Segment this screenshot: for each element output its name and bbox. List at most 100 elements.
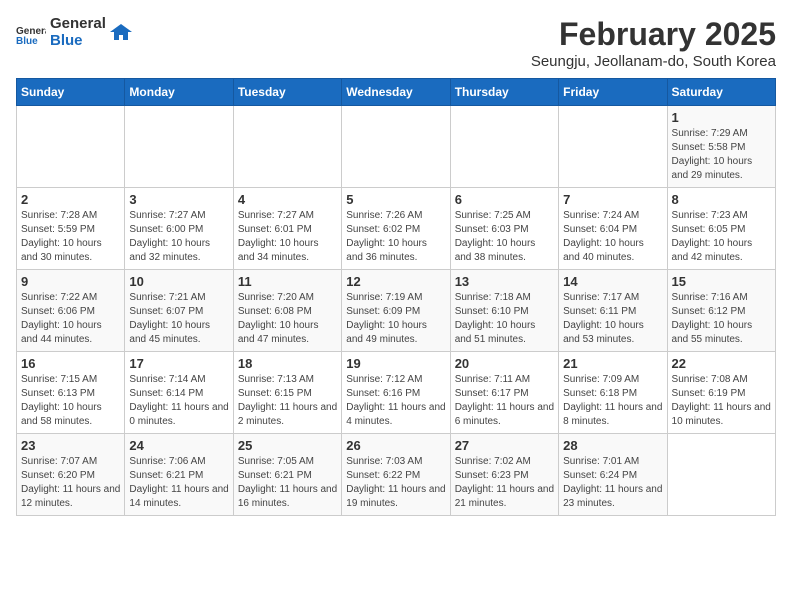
day-number: 12	[346, 274, 445, 289]
calendar-cell: 11 Sunrise: 7:20 AM Sunset: 6:08 PM Dayli…	[233, 270, 341, 352]
day-info: Sunrise: 7:08 AM Sunset: 6:19 PM Dayligh…	[672, 373, 771, 429]
day-info: Sunrise: 7:25 AM Sunset: 6:03 PM Dayligh…	[455, 209, 554, 265]
day-number: 24	[129, 438, 228, 453]
calendar-cell	[342, 106, 450, 188]
day-number: 1	[672, 110, 771, 125]
day-info: Sunrise: 7:27 AM Sunset: 6:01 PM Dayligh…	[238, 209, 337, 265]
day-info: Sunrise: 7:17 AM Sunset: 6:11 PM Dayligh…	[563, 291, 662, 347]
day-info: Sunrise: 7:22 AM Sunset: 6:06 PM Dayligh…	[21, 291, 120, 347]
calendar-cell: 13Sunrise: 7:18 AM Sunset: 6:10 PM Dayli…	[450, 270, 558, 352]
day-number: 11	[238, 274, 337, 289]
day-number: 22	[672, 356, 771, 371]
calendar-cell	[233, 106, 341, 188]
day-info: Sunrise: 7:29 AM Sunset: 5:58 PM Dayligh…	[672, 127, 771, 183]
day-info: Sunrise: 7:21 AM Sunset: 6:07 PM Dayligh…	[129, 291, 228, 347]
day-number: 15	[672, 274, 771, 289]
day-number: 27	[455, 438, 554, 453]
day-info: Sunrise: 7:16 AM Sunset: 6:12 PM Dayligh…	[672, 291, 771, 347]
calendar-week-5: 23 Sunrise: 7:07 AM Sunset: 6:20 PM Dayli…	[17, 434, 776, 516]
day-number: 10	[129, 274, 228, 289]
day-number: 8	[672, 192, 771, 207]
day-number: 23	[21, 438, 120, 453]
day-info: Sunrise: 7:24 AM Sunset: 6:04 PM Dayligh…	[563, 209, 662, 265]
calendar-cell: 18 Sunrise: 7:13 AM Sunset: 6:15 PM Dayli…	[233, 352, 341, 434]
day-info: Sunrise: 7:27 AM Sunset: 6:00 PM Dayligh…	[129, 209, 228, 265]
day-number: 18	[238, 356, 337, 371]
calendar-cell: 21 Sunrise: 7:09 AM Sunset: 6:18 PM Dayli…	[559, 352, 667, 434]
day-number: 16	[21, 356, 120, 371]
calendar-week-1: 1 Sunrise: 7:29 AM Sunset: 5:58 PM Daylig…	[17, 106, 776, 188]
calendar-cell: 12 Sunrise: 7:19 AM Sunset: 6:09 PM Dayli…	[342, 270, 450, 352]
calendar-cell: 24 Sunrise: 7:06 AM Sunset: 6:21 PM Dayli…	[125, 434, 233, 516]
calendar-cell	[667, 434, 775, 516]
logo: General Blue General Blue	[16, 16, 132, 49]
weekday-header-thursday: Thursday	[450, 79, 558, 106]
calendar-cell: 10 Sunrise: 7:21 AM Sunset: 6:07 PM Dayli…	[125, 270, 233, 352]
subtitle: Seungju, Jeollanam-do, South Korea	[531, 53, 776, 70]
day-info: Sunrise: 7:19 AM Sunset: 6:09 PM Dayligh…	[346, 291, 445, 347]
weekday-header-monday: Monday	[125, 79, 233, 106]
day-info: Sunrise: 7:14 AM Sunset: 6:14 PM Dayligh…	[129, 373, 228, 429]
weekday-header-saturday: Saturday	[667, 79, 775, 106]
day-info: Sunrise: 7:12 AM Sunset: 6:16 PM Dayligh…	[346, 373, 445, 429]
day-number: 7	[563, 192, 662, 207]
day-number: 21	[563, 356, 662, 371]
day-info: Sunrise: 7:20 AM Sunset: 6:08 PM Dayligh…	[238, 291, 337, 347]
day-info: Sunrise: 7:07 AM Sunset: 6:20 PM Dayligh…	[21, 455, 120, 511]
weekday-header-tuesday: Tuesday	[233, 79, 341, 106]
calendar-cell: 20 Sunrise: 7:11 AM Sunset: 6:17 PM Dayli…	[450, 352, 558, 434]
title-area: February 2025 Seungju, Jeollanam-do, Sou…	[531, 16, 776, 70]
weekday-header-friday: Friday	[559, 79, 667, 106]
calendar-cell: 25 Sunrise: 7:05 AM Sunset: 6:21 PM Dayli…	[233, 434, 341, 516]
calendar-cell: 26 Sunrise: 7:03 AM Sunset: 6:22 PM Dayli…	[342, 434, 450, 516]
logo-general-text: General	[50, 16, 106, 33]
header: General Blue General Blue February 2025 …	[16, 16, 776, 70]
day-number: 28	[563, 438, 662, 453]
calendar-table: SundayMondayTuesdayWednesdayThursdayFrid…	[16, 78, 776, 516]
calendar-cell: 23 Sunrise: 7:07 AM Sunset: 6:20 PM Dayli…	[17, 434, 125, 516]
calendar-cell: 19 Sunrise: 7:12 AM Sunset: 6:16 PM Dayli…	[342, 352, 450, 434]
logo-icon: General Blue	[16, 22, 46, 44]
day-info: Sunrise: 7:23 AM Sunset: 6:05 PM Dayligh…	[672, 209, 771, 265]
calendar-cell	[450, 106, 558, 188]
calendar-cell	[559, 106, 667, 188]
calendar-cell: 16 Sunrise: 7:15 AM Sunset: 6:13 PM Dayli…	[17, 352, 125, 434]
day-info: Sunrise: 7:05 AM Sunset: 6:21 PM Dayligh…	[238, 455, 337, 511]
main-title: February 2025	[531, 16, 776, 53]
day-number: 5	[346, 192, 445, 207]
calendar-cell: 4 Sunrise: 7:27 AM Sunset: 6:01 PM Daylig…	[233, 188, 341, 270]
day-number: 25	[238, 438, 337, 453]
day-info: Sunrise: 7:02 AM Sunset: 6:23 PM Dayligh…	[455, 455, 554, 511]
day-info: Sunrise: 7:01 AM Sunset: 6:24 PM Dayligh…	[563, 455, 662, 511]
day-info: Sunrise: 7:13 AM Sunset: 6:15 PM Dayligh…	[238, 373, 337, 429]
day-number: 3	[129, 192, 228, 207]
calendar-cell: 15 Sunrise: 7:16 AM Sunset: 6:12 PM Dayli…	[667, 270, 775, 352]
day-info: Sunrise: 7:18 AM Sunset: 6:10 PM Dayligh…	[455, 291, 554, 347]
calendar-cell: 28 Sunrise: 7:01 AM Sunset: 6:24 PM Dayli…	[559, 434, 667, 516]
calendar-week-4: 16 Sunrise: 7:15 AM Sunset: 6:13 PM Dayli…	[17, 352, 776, 434]
calendar-week-3: 9Sunrise: 7:22 AM Sunset: 6:06 PM Daylig…	[17, 270, 776, 352]
day-number: 4	[238, 192, 337, 207]
day-info: Sunrise: 7:03 AM Sunset: 6:22 PM Dayligh…	[346, 455, 445, 511]
day-info: Sunrise: 7:06 AM Sunset: 6:21 PM Dayligh…	[129, 455, 228, 511]
day-number: 20	[455, 356, 554, 371]
calendar-cell: 14Sunrise: 7:17 AM Sunset: 6:11 PM Dayli…	[559, 270, 667, 352]
day-info: Sunrise: 7:09 AM Sunset: 6:18 PM Dayligh…	[563, 373, 662, 429]
calendar-cell: 1 Sunrise: 7:29 AM Sunset: 5:58 PM Daylig…	[667, 106, 775, 188]
day-info: Sunrise: 7:26 AM Sunset: 6:02 PM Dayligh…	[346, 209, 445, 265]
day-info: Sunrise: 7:28 AM Sunset: 5:59 PM Dayligh…	[21, 209, 120, 265]
day-number: 6	[455, 192, 554, 207]
weekday-header-sunday: Sunday	[17, 79, 125, 106]
calendar-cell	[17, 106, 125, 188]
day-number: 17	[129, 356, 228, 371]
day-number: 26	[346, 438, 445, 453]
day-number: 19	[346, 356, 445, 371]
calendar-cell: 7 Sunrise: 7:24 AM Sunset: 6:04 PM Daylig…	[559, 188, 667, 270]
calendar-cell: 6 Sunrise: 7:25 AM Sunset: 6:03 PM Daylig…	[450, 188, 558, 270]
day-info: Sunrise: 7:11 AM Sunset: 6:17 PM Dayligh…	[455, 373, 554, 429]
logo-bird-icon	[110, 22, 132, 44]
day-info: Sunrise: 7:15 AM Sunset: 6:13 PM Dayligh…	[21, 373, 120, 429]
svg-text:Blue: Blue	[16, 36, 38, 44]
calendar-cell: 17 Sunrise: 7:14 AM Sunset: 6:14 PM Dayli…	[125, 352, 233, 434]
calendar-cell: 2Sunrise: 7:28 AM Sunset: 5:59 PM Daylig…	[17, 188, 125, 270]
